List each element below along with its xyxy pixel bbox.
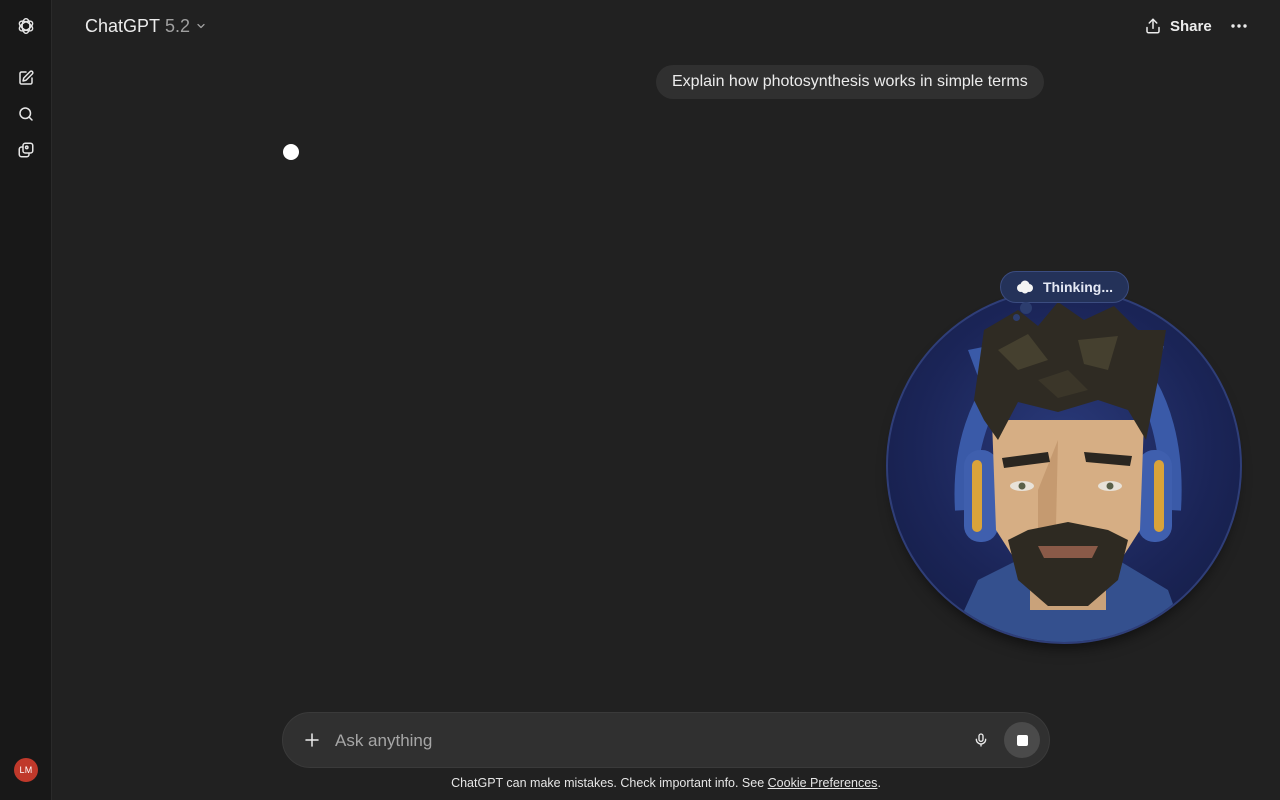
more-horizontal-icon <box>1231 24 1247 28</box>
user-message-bubble: Explain how photosynthesis works in simp… <box>656 65 1044 99</box>
dictate-button[interactable] <box>969 728 993 752</box>
chevron-down-icon <box>197 23 205 29</box>
attach-button[interactable] <box>299 727 325 753</box>
model-selector[interactable]: ChatGPT 5.2 <box>85 14 207 38</box>
share-label: Share <box>1170 17 1212 35</box>
more-options-button[interactable] <box>1226 14 1252 38</box>
plus-icon <box>305 733 319 747</box>
new-chat-button[interactable] <box>12 64 40 92</box>
prompt-input[interactable] <box>335 727 935 755</box>
new-chat-icon <box>19 70 34 85</box>
thinking-status-text: Thinking... <box>1043 279 1113 295</box>
thought-bubble-dot <box>1013 314 1020 321</box>
disclaimer-end: . <box>877 776 881 790</box>
thought-cloud-icon <box>1017 280 1033 294</box>
sidebar-rail: LM <box>0 0 52 800</box>
model-version: 5.2 <box>165 15 191 36</box>
library-icon <box>18 142 34 158</box>
search-chats-button[interactable] <box>12 100 40 128</box>
stop-icon <box>1016 734 1028 746</box>
openai-logo-button[interactable] <box>12 12 40 40</box>
disclaimer-text: ChatGPT can make mistakes. Check importa… <box>451 776 768 790</box>
microphone-icon <box>975 733 987 747</box>
model-name: ChatGPT <box>85 15 161 36</box>
stop-generating-button[interactable] <box>1004 722 1040 758</box>
disclaimer: ChatGPT can make mistakes. Check importa… <box>0 776 1280 790</box>
cookie-preferences-link[interactable]: Cookie Preferences <box>768 776 878 790</box>
response-loading-indicator <box>283 144 299 160</box>
thinking-status-badge: Thinking... <box>1000 271 1129 303</box>
share-icon <box>1146 18 1160 34</box>
avatar-character-image <box>949 302 1187 642</box>
thought-bubble-dot <box>1020 302 1032 314</box>
search-icon <box>19 107 33 121</box>
openai-logo-icon <box>18 17 34 35</box>
voice-avatar[interactable] <box>886 288 1242 644</box>
share-button[interactable]: Share <box>1144 14 1212 38</box>
library-button[interactable] <box>12 136 40 164</box>
message-composer <box>282 712 1050 768</box>
